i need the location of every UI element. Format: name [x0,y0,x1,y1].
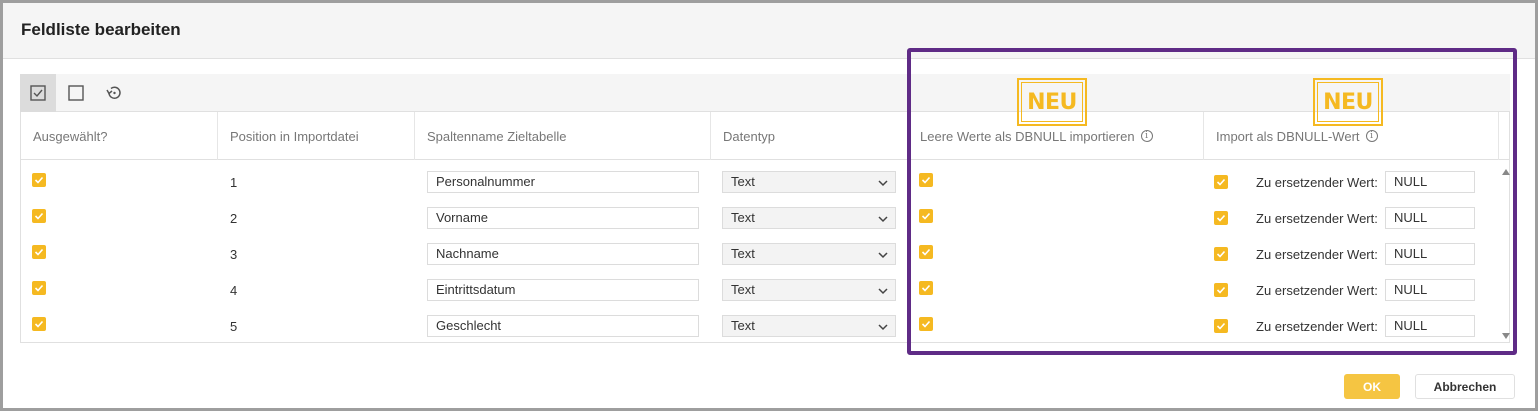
header-empty-as-null-label: Leere Werte als DBNULL importieren [920,128,1135,144]
replace-value-label: Zu ersetzender Wert: [1256,175,1378,190]
header-position[interactable]: Position in Importdatei [218,112,415,160]
datatype-select[interactable]: Text [722,207,896,229]
select-all-button[interactable] [20,74,56,112]
position-value: 5 [230,319,238,334]
scroll-down-arrow-icon[interactable] [1501,332,1511,340]
header-datatype-label: Datentyp [723,128,776,144]
table-row: 3 Nachname Text Zu ersetzender Wert: NULL [21,234,1497,270]
header-import-null-value-label: Import als DBNULL-Wert [1216,128,1360,144]
deselect-all-button[interactable] [58,74,94,112]
header-datatype[interactable]: Datentyp [711,112,908,160]
datatype-select[interactable]: Text [722,243,896,265]
cancel-button[interactable]: Abbrechen [1415,374,1515,399]
reset-button[interactable] [96,74,132,112]
header-target-column-label: Spaltenname Zieltabelle [427,128,567,144]
empty-as-null-checkbox[interactable] [919,209,933,223]
table-row: 5 Geschlecht Text Zu ersetzender Wert: NULL [21,306,1497,342]
empty-as-null-checkbox[interactable] [919,173,933,187]
field-list-grid: Ausgewählt? Position in Importdatei Spal… [20,112,1510,343]
datatype-select[interactable]: Text [722,315,896,337]
target-column-input[interactable]: Personalnummer [427,171,699,193]
replace-value-label: Zu ersetzender Wert: [1256,247,1378,262]
table-row: 1 Personalnummer Text Zu ersetzender Wert: N… [21,162,1497,198]
dialog-title: Feldliste bearbeiten [21,20,181,39]
replace-value-label: Zu ersetzender Wert: [1256,211,1378,226]
datatype-value: Text [731,174,755,189]
header-selected-label: Ausgewählt? [33,128,108,144]
import-null-value-checkbox[interactable] [1214,247,1228,261]
info-icon[interactable]: i [1365,130,1378,142]
replace-value-input[interactable]: NULL [1385,279,1475,301]
dialog-titlebar: Feldliste bearbeiten [3,3,1535,59]
replace-value-input[interactable]: NULL [1385,315,1475,337]
target-column-input[interactable]: Vorname [427,207,699,229]
table-row: 2 Vorname Text Zu ersetzender Wert: NULL [21,198,1497,234]
replace-value-input[interactable]: NULL [1385,171,1475,193]
table-row: 4 Eintrittsdatum Text Zu ersetzender Wert: N… [21,270,1497,306]
import-null-value-checkbox[interactable] [1214,211,1228,225]
header-selected[interactable]: Ausgewählt? [21,112,218,160]
info-icon[interactable]: i [1140,130,1153,142]
empty-as-null-checkbox[interactable] [919,245,933,259]
grid-toolbar [20,74,1510,112]
new-badge-label: NEU [1027,89,1077,115]
select-all-checkbox-icon [30,85,46,101]
deselect-all-checkbox-icon [68,85,84,101]
datatype-select[interactable]: Text [722,171,896,193]
new-badge-stamp: NEU [1313,78,1383,126]
import-null-value-checkbox[interactable] [1214,319,1228,333]
import-null-value-checkbox[interactable] [1214,175,1228,189]
import-null-value-checkbox[interactable] [1214,283,1228,297]
reset-icon [106,86,121,99]
datatype-value: Text [731,282,755,297]
datatype-value: Text [731,246,755,261]
row-selected-checkbox[interactable] [32,173,46,187]
header-target-column[interactable]: Spaltenname Zieltabelle [415,112,711,160]
position-value: 1 [230,175,238,190]
row-selected-checkbox[interactable] [32,317,46,331]
target-column-input[interactable]: Geschlecht [427,315,699,337]
datatype-value: Text [731,210,755,225]
replace-value-label: Zu ersetzender Wert: [1256,319,1378,334]
position-value: 2 [230,211,238,226]
header-position-label: Position in Importdatei [230,128,359,144]
target-column-input[interactable]: Nachname [427,243,699,265]
ok-button[interactable]: OK [1344,374,1400,399]
row-selected-checkbox[interactable] [32,281,46,295]
datatype-select[interactable]: Text [722,279,896,301]
grid-header: Ausgewählt? Position in Importdatei Spal… [21,112,1509,160]
position-value: 3 [230,247,238,262]
position-value: 4 [230,283,238,298]
row-selected-checkbox[interactable] [32,209,46,223]
replace-value-input[interactable]: NULL [1385,207,1475,229]
replace-value-input[interactable]: NULL [1385,243,1475,265]
empty-as-null-checkbox[interactable] [919,281,933,295]
empty-as-null-checkbox[interactable] [919,317,933,331]
datatype-value: Text [731,318,755,333]
row-selected-checkbox[interactable] [32,245,46,259]
replace-value-label: Zu ersetzender Wert: [1256,283,1378,298]
new-badge-label: NEU [1323,89,1373,115]
scroll-up-arrow-icon[interactable] [1501,168,1511,176]
new-badge-stamp: NEU [1017,78,1087,126]
target-column-input[interactable]: Eintrittsdatum [427,279,699,301]
